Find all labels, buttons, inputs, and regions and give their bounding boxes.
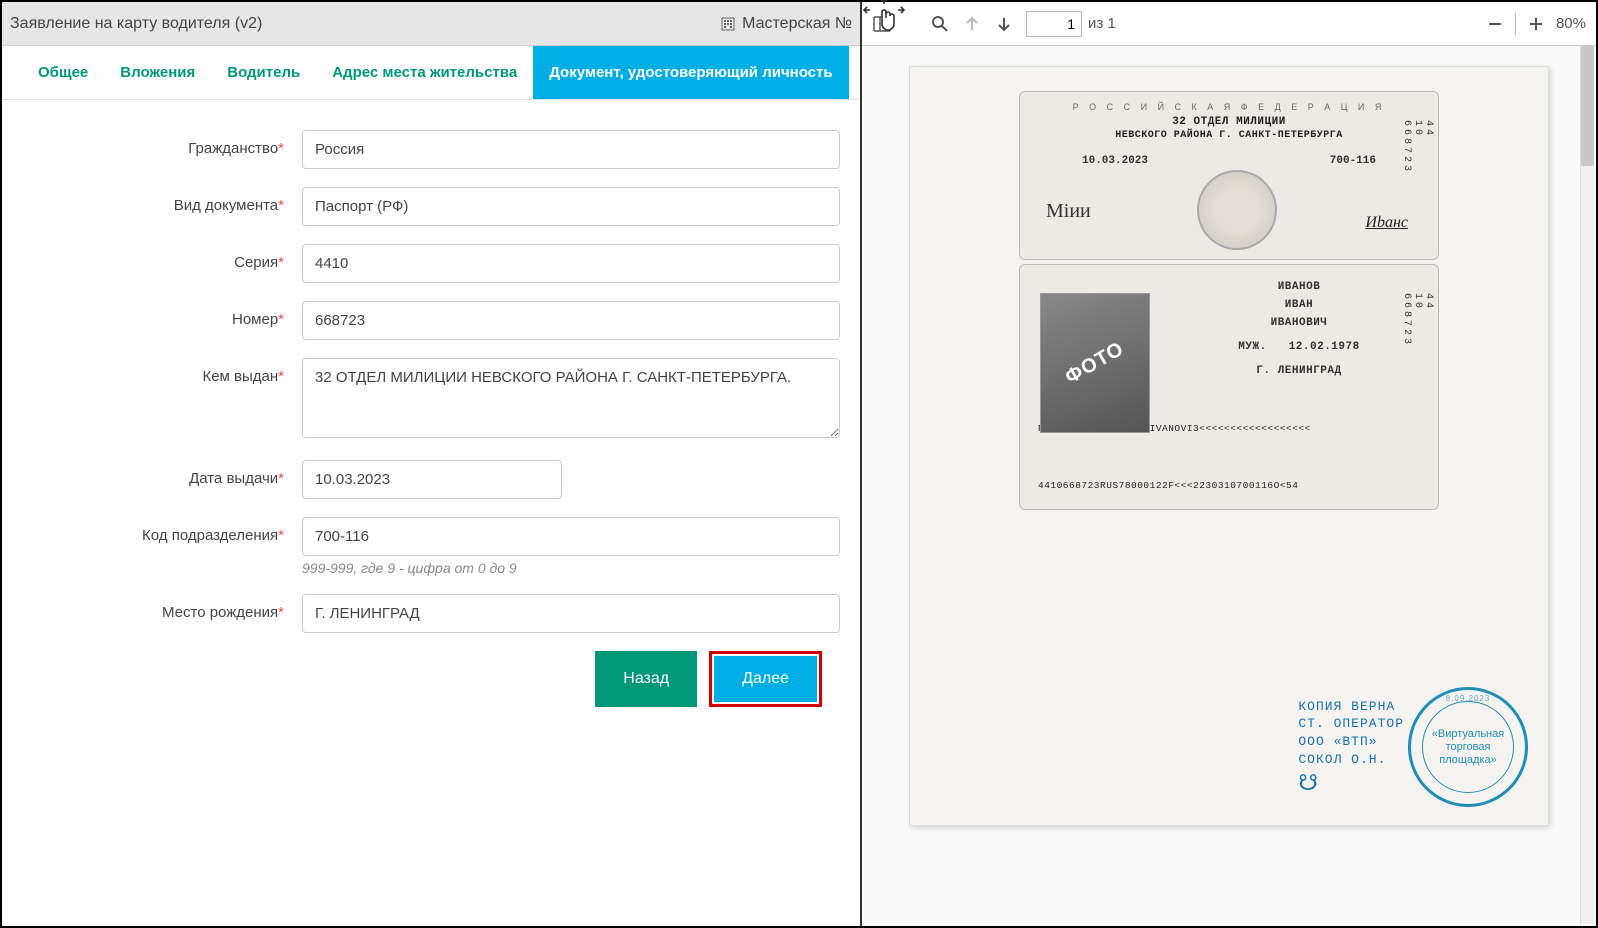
passport-dob: 12.02.1978 bbox=[1289, 341, 1360, 353]
zoom-in-icon[interactable] bbox=[1526, 14, 1546, 34]
zoom-separator bbox=[1515, 13, 1516, 35]
citizenship-input[interactable] bbox=[302, 130, 840, 169]
label-number: Номер* bbox=[22, 301, 302, 328]
passport-rf-title: Р О С С И Й С К А Я Ф Е Д Е Р А Ц И Я bbox=[1038, 102, 1420, 112]
zoom-out-icon[interactable] bbox=[1485, 14, 1505, 34]
label-issued-by: Кем выдан* bbox=[22, 358, 302, 385]
workshop-label: Мастерская № bbox=[742, 15, 852, 33]
tab-driver[interactable]: Водитель bbox=[211, 46, 316, 99]
number-input[interactable] bbox=[302, 301, 840, 340]
label-dept-code: Код подразделения* bbox=[22, 517, 302, 544]
passport-name: ИВАН bbox=[1178, 299, 1420, 311]
scrollbar-thumb[interactable] bbox=[1581, 46, 1594, 166]
tab-general[interactable]: Общее bbox=[22, 46, 104, 99]
prev-page-icon[interactable] bbox=[962, 14, 982, 34]
doc-type-input[interactable] bbox=[302, 187, 840, 226]
page-number-input[interactable] bbox=[1026, 11, 1082, 37]
passport-mrz-2: 4410668723RUS78000122F<<<2230310700116O<… bbox=[1038, 480, 1420, 491]
label-birth-place: Место рождения* bbox=[22, 594, 302, 621]
label-doc-type: Вид документа* bbox=[22, 187, 302, 214]
next-button-highlight: Далее bbox=[709, 651, 822, 707]
tab-identity-doc[interactable]: Документ, удостоверяющий личность bbox=[533, 46, 848, 99]
passport-code: 700-116 bbox=[1330, 155, 1376, 167]
label-series: Серия* bbox=[22, 244, 302, 271]
passport-side-number-upper: 4410668723 bbox=[1401, 120, 1434, 180]
passport-side-number-lower: 4410668723 bbox=[1401, 293, 1434, 353]
label-citizenship: Гражданство* bbox=[22, 130, 302, 157]
document-viewport[interactable]: Р О С С И Й С К А Я Ф Е Д Е Р А Ц И Я 32… bbox=[862, 46, 1596, 926]
photo-placeholder-label: ФОТО bbox=[1062, 337, 1129, 389]
pdf-toolbar: из 1 80% bbox=[862, 2, 1596, 46]
passport-upper: Р О С С И Й С К А Я Ф Е Д Е Р А Ц И Я 32… bbox=[1019, 91, 1439, 260]
building-icon bbox=[720, 16, 736, 32]
issued-by-input[interactable]: 32 ОТДЕЛ МИЛИЦИИ НЕВСКОГО РАЙОНА Г. САНК… bbox=[302, 358, 840, 438]
label-issue-date: Дата выдачи* bbox=[22, 460, 302, 487]
document-page: Р О С С И Й С К А Я Ф Е Д Е Р А Ц И Я 32… bbox=[909, 66, 1549, 826]
next-button[interactable]: Далее bbox=[714, 656, 817, 702]
birth-place-input[interactable] bbox=[302, 594, 840, 633]
passport-dept: 32 ОТДЕЛ МИЛИЦИИ bbox=[1038, 116, 1420, 128]
passport-lower: ФОТО ИВАНОВ ИВАН ИВАНОВИЧ МУЖ. 12.02.197… bbox=[1019, 264, 1439, 510]
tab-attachments[interactable]: Вложения bbox=[104, 46, 211, 99]
passport-patronymic: ИВАНОВИЧ bbox=[1178, 317, 1420, 329]
search-icon[interactable] bbox=[930, 14, 950, 34]
stamp-signature: ☋ bbox=[1298, 770, 1404, 796]
passport-seal-icon bbox=[1197, 170, 1277, 250]
next-page-icon[interactable] bbox=[994, 14, 1014, 34]
dept-code-hint: 999-999, где 9 - цифра от 0 до 9 bbox=[302, 560, 840, 576]
back-button[interactable]: Назад bbox=[595, 651, 697, 707]
issue-date-input[interactable] bbox=[302, 460, 562, 499]
zoom-level: 80% bbox=[1556, 15, 1586, 32]
tab-bar: Общее Вложения Водитель Адрес места жите… bbox=[2, 46, 860, 100]
page-of-label: из 1 bbox=[1088, 15, 1116, 32]
passport-issue-date: 10.03.2023 bbox=[1082, 155, 1148, 167]
passport-surname: ИВАНОВ bbox=[1178, 281, 1420, 293]
passport-sex: МУЖ. bbox=[1238, 341, 1266, 353]
sidebar-toggle-icon[interactable] bbox=[872, 14, 892, 34]
window-header: Заявление на карту водителя (v2) Мастерс… bbox=[2, 2, 860, 46]
copy-stamp-area: КОПИЯ ВЕРНА СТ. ОПЕРАТОР ООО «ВТП» СОКОЛ… bbox=[1298, 687, 1528, 807]
tab-address[interactable]: Адрес места жительства bbox=[316, 46, 533, 99]
round-stamp-icon: 8.09.2023 «Виртуальная торговая площадка… bbox=[1408, 687, 1528, 807]
official-signature: Miии bbox=[1046, 200, 1091, 223]
window-title: Заявление на карту водителя (v2) bbox=[10, 15, 262, 33]
passport-photo: ФОТО bbox=[1040, 293, 1150, 433]
form: Гражданство* Вид документа* Серия* Номер… bbox=[2, 100, 860, 727]
passport-pob: Г. ЛЕНИНГРАД bbox=[1178, 365, 1420, 377]
stamp-text: КОПИЯ ВЕРНА СТ. ОПЕРАТОР ООО «ВТП» СОКОЛ… bbox=[1298, 698, 1404, 768]
holder-signature: Иbанс bbox=[1365, 214, 1408, 232]
dept-code-input[interactable] bbox=[302, 517, 840, 556]
workshop-info: Мастерская № bbox=[720, 15, 852, 33]
vertical-scrollbar[interactable] bbox=[1580, 46, 1594, 924]
series-input[interactable] bbox=[302, 244, 840, 283]
passport-dept2: НЕВСКОГО РАЙОНА Г. САНКТ-ПЕТЕРБУРГА bbox=[1038, 130, 1420, 141]
